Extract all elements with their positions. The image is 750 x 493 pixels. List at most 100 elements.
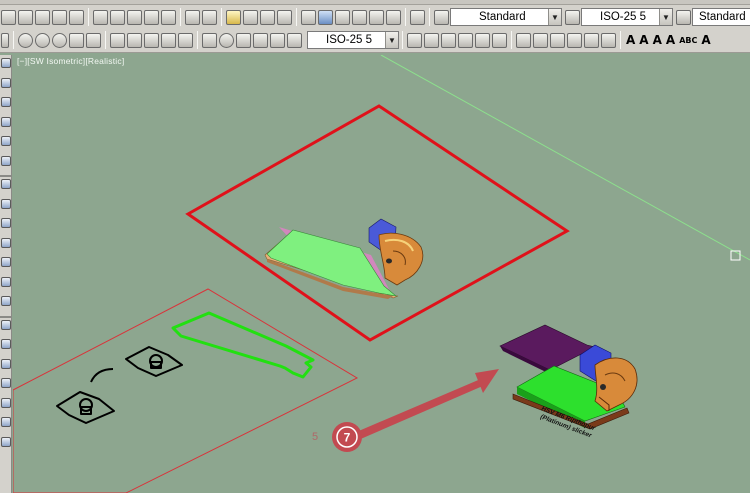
toolbar-separator: [221, 8, 222, 26]
add-selected-icon[interactable]: [1, 436, 11, 447]
point-icon[interactable]: [1, 319, 11, 330]
copy-object-icon[interactable]: [407, 32, 422, 48]
trim-icon[interactable]: [601, 32, 616, 48]
match-properties-icon[interactable]: [144, 9, 159, 25]
spell-check-button[interactable]: ABC: [679, 36, 697, 45]
polygon-icon[interactable]: [1, 116, 11, 127]
ordinate-dimension-icon[interactable]: [178, 32, 193, 48]
center-mark-icon[interactable]: [219, 32, 234, 48]
redo-icon[interactable]: [202, 9, 217, 25]
dimension-combo-value: ISO-25 5: [326, 34, 373, 46]
inspect-icon[interactable]: [236, 32, 251, 48]
quickcalc-icon[interactable]: [386, 9, 401, 25]
baseline-dimension-icon[interactable]: [144, 32, 159, 48]
revision-cloud-icon[interactable]: [1, 198, 11, 209]
polyline-icon[interactable]: [1, 97, 11, 107]
copy-icon[interactable]: [110, 9, 125, 25]
ellipse-icon[interactable]: [1, 237, 11, 248]
join-icon[interactable]: [567, 32, 582, 48]
dimension-combo[interactable]: ISO-25 5 ▼: [307, 31, 399, 49]
block-editor-icon[interactable]: [161, 9, 176, 25]
undo-icon[interactable]: [185, 9, 200, 25]
chamfer-icon[interactable]: [533, 32, 548, 48]
dimension-style-combo[interactable]: ISO-25 5 ▼: [581, 8, 673, 26]
fillet-icon[interactable]: [516, 32, 531, 48]
tolerance-icon[interactable]: [202, 32, 217, 48]
modify-icon[interactable]: [424, 32, 439, 48]
dimension-edit-icon[interactable]: [270, 32, 285, 48]
make-block-icon[interactable]: [1, 296, 11, 306]
gradient-icon[interactable]: [1, 358, 11, 369]
model-space[interactable]: HSV M6 Ripthopur (Platinum) slicker 7 5: [13, 55, 750, 493]
table-style-icon[interactable]: [676, 9, 691, 25]
chevron-down-icon[interactable]: ▼: [385, 32, 398, 48]
find-text-button[interactable]: A: [666, 33, 675, 47]
print-preview-icon[interactable]: [69, 9, 84, 25]
aligned-dimension-icon[interactable]: [127, 32, 142, 48]
line-tool-icon[interactable]: [1, 58, 11, 68]
drawing-viewport[interactable]: HSV M6 Ripthopur (Platinum) slicker 7 5 …: [13, 55, 750, 493]
cut-icon[interactable]: [93, 9, 108, 25]
paste-icon[interactable]: [127, 9, 142, 25]
zoom-previous-icon[interactable]: [277, 9, 292, 25]
multiline-text-button[interactable]: A: [626, 33, 635, 47]
text-style-combo[interactable]: Standard ▼: [450, 8, 562, 26]
dimension-update-icon[interactable]: [287, 32, 302, 48]
construction-line-icon[interactable]: [1, 77, 11, 88]
continue-dimension-icon[interactable]: [161, 32, 176, 48]
linear-dimension-icon[interactable]: [110, 32, 125, 48]
3d-model-upper[interactable]: [264, 218, 424, 299]
snap-tangent-icon[interactable]: [69, 32, 84, 48]
markup-icon[interactable]: [369, 9, 384, 25]
save-icon[interactable]: [35, 9, 50, 25]
dimension-style-icon[interactable]: [565, 9, 580, 25]
print-icon[interactable]: [52, 9, 67, 25]
arc-icon[interactable]: [1, 155, 11, 166]
snap-midpoint-icon[interactable]: [35, 32, 50, 48]
table-icon[interactable]: [1, 397, 11, 408]
tool-palettes-icon[interactable]: [335, 9, 350, 25]
single-line-text-button[interactable]: A: [639, 33, 648, 47]
zoom-window-icon[interactable]: [260, 9, 275, 25]
help-icon[interactable]: [410, 9, 425, 25]
boundary-outline-lower[interactable]: [13, 288, 359, 493]
design-center-icon[interactable]: [318, 9, 333, 25]
viewport-label[interactable]: [−][SW Isometric][Realistic]: [17, 56, 124, 66]
move-icon[interactable]: [441, 32, 456, 48]
toolbar-separator: [296, 8, 297, 26]
chevron-down-icon[interactable]: ▼: [548, 9, 561, 25]
profile-outline-green[interactable]: [171, 311, 315, 379]
text-style-icon[interactable]: [434, 9, 449, 25]
explode-icon[interactable]: [550, 32, 565, 48]
open-file-icon[interactable]: [18, 9, 33, 25]
jogged-linear-icon[interactable]: [253, 32, 268, 48]
zoom-realtime-icon[interactable]: [243, 9, 258, 25]
snap-center-icon[interactable]: [52, 32, 67, 48]
scale-icon[interactable]: [475, 32, 490, 48]
rectangle-icon[interactable]: [1, 136, 11, 146]
hatch-icon[interactable]: [1, 339, 11, 349]
text-scale-button[interactable]: A: [701, 33, 710, 47]
chevron-down-icon[interactable]: ▼: [659, 9, 672, 25]
stretch-icon[interactable]: [492, 32, 507, 48]
3d-model-lower[interactable]: [499, 324, 638, 430]
circle-icon[interactable]: [1, 179, 11, 189]
table-style-combo[interactable]: Standard: [692, 8, 750, 26]
multiline-text-icon[interactable]: [1, 417, 11, 427]
draw-tool-palette: [0, 55, 12, 493]
snap-quadrant-icon[interactable]: [86, 32, 101, 48]
properties-icon[interactable]: [301, 9, 316, 25]
ellipse-arc-icon[interactable]: [1, 257, 11, 267]
pan-icon[interactable]: [226, 9, 241, 25]
rotate-icon[interactable]: [458, 32, 473, 48]
slot-shapes[interactable]: [56, 346, 183, 424]
edit-text-button[interactable]: A: [653, 33, 662, 47]
insert-block-icon[interactable]: [1, 276, 11, 287]
spline-icon[interactable]: [1, 218, 11, 228]
region-icon[interactable]: [1, 378, 11, 388]
new-file-icon[interactable]: [1, 9, 16, 25]
break-icon[interactable]: [584, 32, 599, 48]
layer-icon[interactable]: [1, 32, 9, 48]
snap-endpoint-icon[interactable]: [18, 32, 33, 48]
sheet-set-icon[interactable]: [352, 9, 367, 25]
